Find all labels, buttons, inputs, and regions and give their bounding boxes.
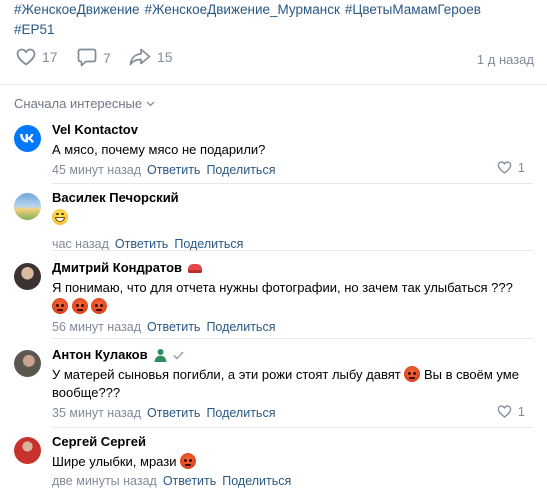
hashtag-link[interactable]: #ЖенскоеДвижение_Мурманск [145, 2, 340, 17]
chevron-down-icon [146, 101, 155, 106]
comment-author-name[interactable]: Дмитрий Кондратов [52, 260, 182, 276]
reply-button[interactable]: Ответить [163, 474, 216, 488]
heart-icon [16, 48, 36, 66]
share-count: 15 [157, 49, 173, 65]
comment-like-count: 1 [517, 160, 525, 175]
comment-text [52, 209, 532, 227]
hashtag-link[interactable]: #EP51 [14, 22, 55, 37]
like-button[interactable]: 17 [16, 48, 58, 66]
vk-logo-icon [20, 134, 34, 143]
comment-author[interactable]: Сергей Сергей [52, 434, 532, 450]
avatar[interactable] [14, 125, 41, 152]
angry-face-icon [180, 453, 197, 469]
reply-button[interactable]: Ответить [147, 163, 200, 177]
comment-meta: две минуты назад Ответить Поделиться [52, 473, 532, 489]
status-badge-icon [188, 263, 203, 273]
share-comment-button[interactable]: Поделиться [206, 406, 275, 420]
reply-button[interactable]: Ответить [147, 406, 200, 420]
share-arrow-icon [129, 48, 151, 66]
comment-like-button[interactable]: 1 [497, 404, 525, 419]
share-comment-button[interactable]: Поделиться [206, 163, 275, 177]
heart-icon [497, 161, 512, 174]
comment-like-count: 1 [517, 404, 525, 419]
grinning-face-icon [52, 209, 68, 225]
sort-label: Сначала интересные [14, 96, 143, 111]
share-comment-button[interactable]: Поделиться [206, 320, 275, 334]
comment-time[interactable]: две минуты назад [52, 474, 157, 488]
comment-text: А мясо, почему мясо не подарили? [52, 142, 266, 157]
comment-author-name[interactable]: Антон Кулаков [52, 347, 148, 363]
comment-text: Шире улыбки, мрази [52, 453, 532, 471]
angry-face-icon [71, 298, 88, 314]
comment-meta: 35 минут назад Ответить Поделиться [52, 405, 532, 421]
comment-text: У матерей сыновья погибли, а эти рожи ст… [52, 366, 519, 400]
comment-author: Антон Кулаков [52, 347, 532, 363]
divider [52, 427, 533, 428]
avatar[interactable] [14, 437, 41, 464]
hashtag-link[interactable]: #ЦветыМамамГероев [345, 2, 481, 17]
comment-like-button[interactable]: 1 [497, 160, 525, 175]
checkmark-icon [173, 350, 184, 360]
avatar[interactable] [14, 350, 41, 377]
like-count: 17 [42, 49, 58, 65]
comment-time[interactable]: час назад [52, 237, 109, 251]
post-hashtags: #ЖенскоеДвижение #ЖенскоеДвижение_Мурманс… [14, 0, 534, 40]
comment-author: Дмитрий Кондратов [52, 260, 532, 276]
person-icon [154, 348, 167, 362]
comment-meta: 56 минут назад Ответить Поделиться [52, 319, 532, 335]
comment-button[interactable]: 7 [77, 48, 111, 67]
comment-icon [77, 48, 97, 67]
share-comment-button[interactable]: Поделиться [222, 474, 291, 488]
hashtag-link[interactable]: #ЖенскоеДвижение [14, 2, 140, 17]
angry-face-icon [91, 298, 108, 314]
post-action-bar: 17 7 15 1 д назад [14, 48, 534, 72]
comment-time[interactable]: 45 минут назад [52, 163, 141, 177]
share-button[interactable]: 15 [129, 48, 173, 66]
angry-face-icon [404, 366, 421, 382]
comment-emoji-row [52, 298, 532, 316]
comment-text: Я понимаю, что для отчета нужны фотограф… [52, 280, 513, 295]
divider [0, 84, 547, 85]
divider [52, 183, 533, 184]
share-comment-button[interactable]: Поделиться [174, 237, 243, 251]
comment-time[interactable]: 56 минут назад [52, 320, 141, 334]
avatar[interactable] [14, 263, 41, 290]
post-timestamp[interactable]: 1 д назад [477, 52, 534, 67]
reply-button[interactable]: Ответить [115, 237, 168, 251]
comment-meta: 45 минут назад Ответить Поделиться [52, 162, 532, 178]
avatar[interactable] [14, 193, 41, 220]
divider [52, 338, 533, 339]
heart-icon [497, 405, 512, 418]
comment-count: 7 [103, 49, 111, 66]
sort-dropdown[interactable]: Сначала интересные [14, 96, 155, 111]
comment-author[interactable]: Василек Печорский [52, 190, 532, 206]
angry-face-icon [52, 298, 68, 314]
comment-author[interactable]: Vel Kontactov [52, 122, 532, 138]
comment-time[interactable]: 35 минут назад [52, 406, 141, 420]
divider [52, 250, 533, 251]
reply-button[interactable]: Ответить [147, 320, 200, 334]
